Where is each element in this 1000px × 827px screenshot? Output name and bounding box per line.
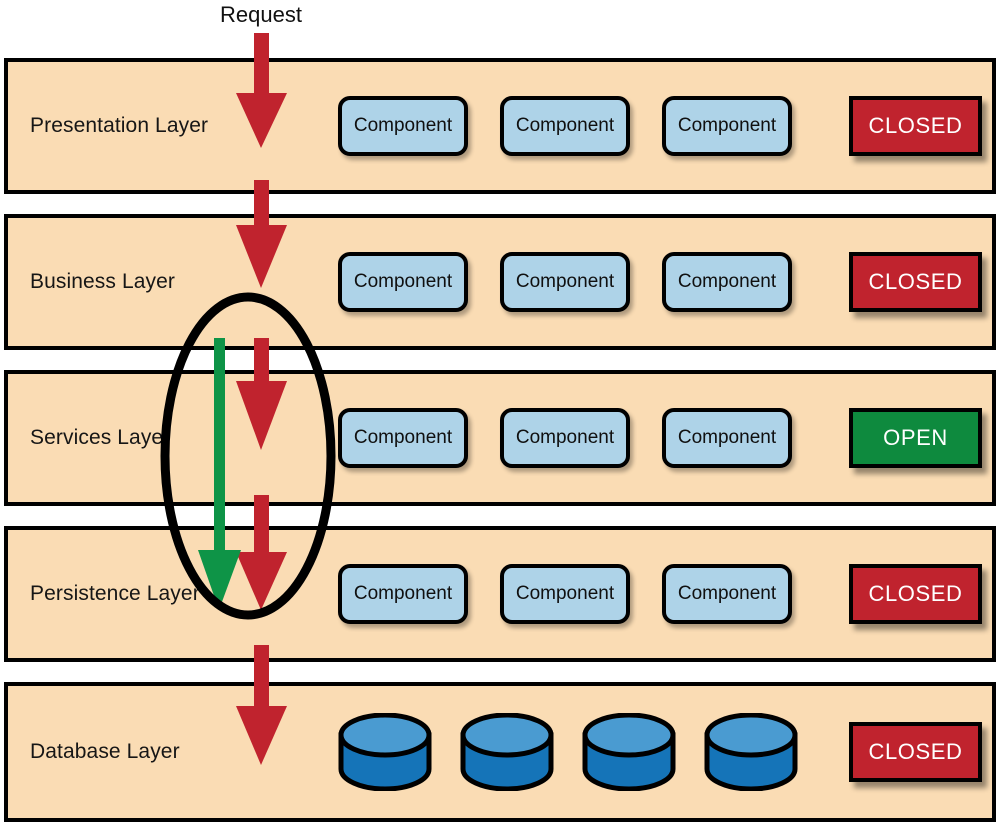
layer-label-services: Services Layer xyxy=(30,426,171,449)
layer-band-database: Database Layer CLOSED xyxy=(4,682,996,822)
status-badge-label: CLOSED xyxy=(868,581,963,606)
component-label: Component xyxy=(353,583,453,604)
component-box[interactable]: Component xyxy=(662,252,792,312)
component-box[interactable]: Component xyxy=(662,96,792,156)
component-box[interactable]: Component xyxy=(500,408,630,468)
component-label: Component xyxy=(677,115,777,136)
component-box[interactable]: Component xyxy=(500,252,630,312)
status-badge-business[interactable]: CLOSED xyxy=(849,252,982,312)
status-badge-services[interactable]: OPEN xyxy=(849,408,982,468)
status-badge-label: CLOSED xyxy=(868,739,963,764)
component-box[interactable]: Component xyxy=(338,252,468,312)
status-badge-presentation[interactable]: CLOSED xyxy=(849,96,982,156)
layer-band-business: Business Layer Component Component Compo… xyxy=(4,214,996,350)
layer-label-business: Business Layer xyxy=(30,270,175,293)
layer-label-persistence: Persistence Layer xyxy=(30,582,200,605)
component-label: Component xyxy=(353,115,453,136)
layer-band-presentation: Presentation Layer Component Component C… xyxy=(4,58,996,194)
component-box[interactable]: Component xyxy=(662,408,792,468)
component-box[interactable]: Component xyxy=(338,96,468,156)
layer-label-presentation: Presentation Layer xyxy=(30,114,209,137)
database-cylinder-icon[interactable] xyxy=(702,713,800,791)
database-cylinder-icon[interactable] xyxy=(580,713,678,791)
request-label: Request xyxy=(220,2,302,27)
component-label: Component xyxy=(677,271,777,292)
layer-band-persistence: Persistence Layer Component Component Co… xyxy=(4,526,996,662)
component-box[interactable]: Component xyxy=(338,408,468,468)
component-label: Component xyxy=(353,427,453,448)
component-label: Component xyxy=(515,271,615,292)
component-box[interactable]: Component xyxy=(662,564,792,624)
database-cylinder-icon[interactable] xyxy=(458,713,556,791)
component-box[interactable]: Component xyxy=(500,96,630,156)
component-label: Component xyxy=(515,427,615,448)
component-label: Component xyxy=(515,115,615,136)
component-label: Component xyxy=(353,271,453,292)
status-badge-label: CLOSED xyxy=(868,113,963,138)
component-box[interactable]: Component xyxy=(338,564,468,624)
status-badge-label: CLOSED xyxy=(868,269,963,294)
layer-band-services: Services Layer Component Component Compo… xyxy=(4,370,996,506)
component-box[interactable]: Component xyxy=(500,564,630,624)
layer-label-database: Database Layer xyxy=(30,740,180,763)
component-label: Component xyxy=(677,427,777,448)
status-badge-label: OPEN xyxy=(883,425,948,450)
component-label: Component xyxy=(677,583,777,604)
status-badge-database[interactable]: CLOSED xyxy=(849,722,982,782)
layered-architecture-diagram: Request Presentation Layer Component Com… xyxy=(0,0,1000,827)
database-cylinder-icon[interactable] xyxy=(336,713,434,791)
component-label: Component xyxy=(515,583,615,604)
status-badge-persistence[interactable]: CLOSED xyxy=(849,564,982,624)
